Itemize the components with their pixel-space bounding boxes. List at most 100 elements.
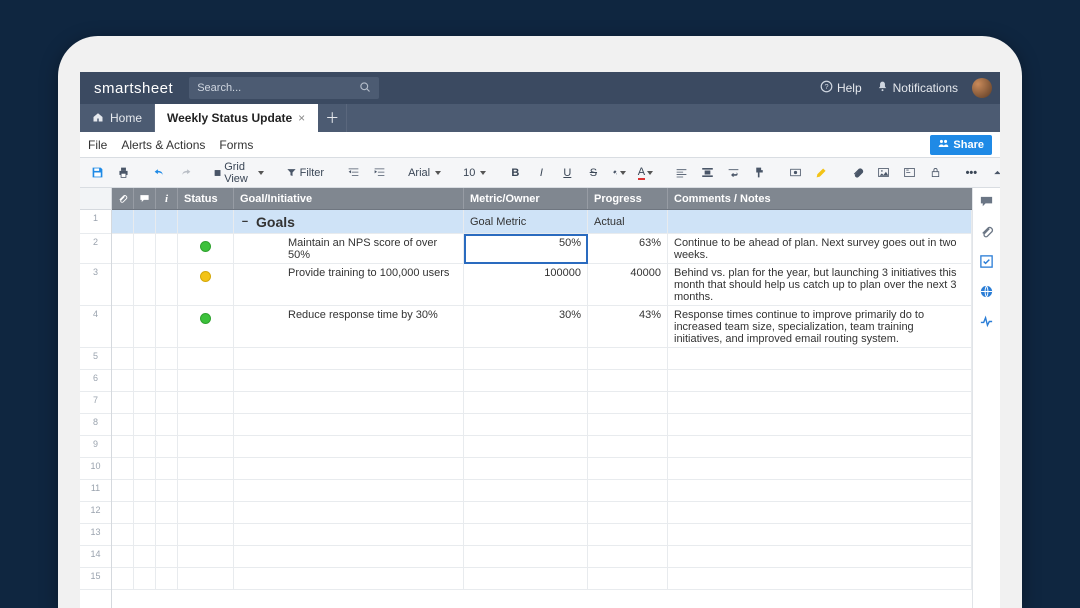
- row-number[interactable]: 5: [80, 348, 111, 370]
- align-left-button[interactable]: [670, 162, 692, 184]
- insert-link-button[interactable]: [898, 162, 920, 184]
- font-size-select[interactable]: 10: [459, 167, 490, 179]
- menu-file[interactable]: File: [88, 138, 107, 152]
- status-cell[interactable]: [178, 264, 234, 306]
- row-number[interactable]: 7: [80, 392, 111, 414]
- cell[interactable]: [134, 234, 156, 264]
- rail-comments-icon[interactable]: [979, 194, 994, 212]
- table-row[interactable]: [112, 414, 972, 436]
- cell[interactable]: [668, 210, 972, 234]
- cell[interactable]: [112, 306, 134, 348]
- table-row[interactable]: [112, 436, 972, 458]
- status-cell[interactable]: [178, 234, 234, 264]
- column-header-notes[interactable]: Comments / Notes: [668, 188, 972, 209]
- outdent-button[interactable]: [342, 162, 364, 184]
- cell[interactable]: [156, 264, 178, 306]
- notes-cell[interactable]: Continue to be ahead of plan. Next surve…: [668, 234, 972, 264]
- table-row[interactable]: [112, 480, 972, 502]
- text-color-button[interactable]: A: [634, 162, 656, 184]
- collapse-toolbar-button[interactable]: [986, 162, 1000, 184]
- row-number[interactable]: 6: [80, 370, 111, 392]
- tab-home[interactable]: Home: [80, 104, 155, 132]
- row-number[interactable]: 15: [80, 568, 111, 590]
- indent-button[interactable]: [368, 162, 390, 184]
- cell[interactable]: [156, 210, 178, 234]
- print-button[interactable]: [112, 162, 134, 184]
- row-number[interactable]: 4: [80, 306, 111, 348]
- insert-image-button[interactable]: [872, 162, 894, 184]
- row-number[interactable]: 10: [80, 458, 111, 480]
- table-row[interactable]: [112, 370, 972, 392]
- row-number[interactable]: 11: [80, 480, 111, 502]
- notes-cell[interactable]: Response times continue to improve prima…: [668, 306, 972, 348]
- rail-attachments-icon[interactable]: [979, 224, 994, 242]
- cell[interactable]: [156, 306, 178, 348]
- underline-button[interactable]: U: [556, 162, 578, 184]
- currency-format-button[interactable]: [784, 162, 806, 184]
- table-row[interactable]: [112, 524, 972, 546]
- table-row[interactable]: [112, 348, 972, 370]
- notifications-link[interactable]: Notifications: [876, 80, 958, 96]
- collapse-toggle-icon[interactable]: −: [240, 216, 250, 228]
- cell[interactable]: [156, 234, 178, 264]
- goal-cell[interactable]: Reduce response time by 30%: [234, 306, 464, 348]
- tab-new[interactable]: ＋: [318, 104, 347, 132]
- section-metric-header[interactable]: Goal Metric: [464, 210, 588, 234]
- strikethrough-button[interactable]: S: [582, 162, 604, 184]
- help-link[interactable]: ? Help: [820, 80, 862, 96]
- metric-cell[interactable]: 100000: [464, 264, 588, 306]
- progress-cell[interactable]: 43%: [588, 306, 668, 348]
- more-button[interactable]: •••: [960, 162, 982, 184]
- column-header-goal[interactable]: Goal/Initiative: [234, 188, 464, 209]
- cell[interactable]: [134, 306, 156, 348]
- cell[interactable]: [112, 234, 134, 264]
- status-cell[interactable]: [178, 306, 234, 348]
- table-row[interactable]: [112, 546, 972, 568]
- redo-button[interactable]: [174, 162, 196, 184]
- column-header-metric[interactable]: Metric/Owner: [464, 188, 588, 209]
- cell[interactable]: [134, 264, 156, 306]
- progress-cell[interactable]: 63%: [588, 234, 668, 264]
- fill-color-button[interactable]: [608, 162, 630, 184]
- goal-cell[interactable]: Provide training to 100,000 users: [234, 264, 464, 306]
- goal-cell[interactable]: Maintain an NPS score of over 50%: [234, 234, 464, 264]
- row-number[interactable]: 1: [80, 210, 111, 234]
- save-button[interactable]: [86, 162, 108, 184]
- menu-alerts[interactable]: Alerts & Actions: [121, 138, 205, 152]
- italic-button[interactable]: I: [530, 162, 552, 184]
- column-attachments[interactable]: [112, 188, 134, 209]
- rail-proof-icon[interactable]: [979, 254, 994, 272]
- wrap-text-button[interactable]: [722, 162, 744, 184]
- align-vertical-button[interactable]: [696, 162, 718, 184]
- table-row[interactable]: Provide training to 100,000 users 100000…: [112, 264, 972, 306]
- row-number[interactable]: 3: [80, 264, 111, 306]
- row-number[interactable]: 9: [80, 436, 111, 458]
- table-row[interactable]: [112, 502, 972, 524]
- filter-button[interactable]: Filter: [282, 167, 328, 179]
- column-header-progress[interactable]: Progress: [588, 188, 668, 209]
- metric-cell[interactable]: 50%: [464, 234, 588, 264]
- table-row[interactable]: Reduce response time by 30% 30% 43% Resp…: [112, 306, 972, 348]
- section-progress-header[interactable]: Actual: [588, 210, 668, 234]
- highlight-button[interactable]: [810, 162, 832, 184]
- cell[interactable]: [112, 210, 134, 234]
- rail-activity-icon[interactable]: [979, 314, 994, 332]
- notes-cell[interactable]: Behind vs. plan for the year, but launch…: [668, 264, 972, 306]
- close-icon[interactable]: ×: [298, 111, 305, 125]
- row-number[interactable]: 12: [80, 502, 111, 524]
- row-number[interactable]: 14: [80, 546, 111, 568]
- row-number[interactable]: 8: [80, 414, 111, 436]
- avatar[interactable]: [972, 78, 992, 98]
- column-info[interactable]: i: [156, 188, 178, 209]
- table-row[interactable]: [112, 458, 972, 480]
- format-painter-button[interactable]: [748, 162, 770, 184]
- table-row[interactable]: [112, 392, 972, 414]
- search-input[interactable]: Search...: [189, 77, 379, 99]
- view-switcher[interactable]: Grid View: [210, 161, 268, 185]
- menu-forms[interactable]: Forms: [219, 138, 253, 152]
- section-row[interactable]: − Goals Goal Metric Actual: [112, 210, 972, 234]
- tab-sheet-active[interactable]: Weekly Status Update ×: [155, 104, 318, 132]
- progress-cell[interactable]: 40000: [588, 264, 668, 306]
- column-header-status[interactable]: Status: [178, 188, 234, 209]
- metric-cell[interactable]: 30%: [464, 306, 588, 348]
